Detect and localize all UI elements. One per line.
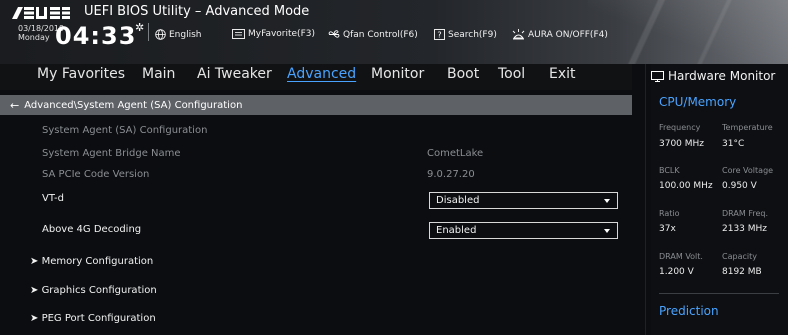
dram-volt-value: 1.200 V [659, 267, 694, 277]
above4g-dropdown[interactable]: Enabled [429, 222, 618, 239]
bclk-value: 100.00 MHz [659, 181, 713, 191]
tab-my-favorites[interactable]: My Favorites [37, 66, 125, 82]
bclk-label: BCLK [659, 166, 680, 175]
submenu-label: ➤ PEG Port Configuration [30, 313, 156, 324]
temperature-value: 31°C [722, 139, 745, 149]
submenu-arrow-icon: ➤ [30, 313, 42, 324]
header-decoration [588, 0, 788, 64]
search-help-icon: ? [434, 29, 445, 40]
core-voltage-value: 0.950 V [722, 181, 757, 191]
ratio-value: 37x [659, 224, 676, 234]
dropdown-value: Disabled [436, 195, 480, 206]
myfavorite-label: MyFavorite(F3) [248, 29, 315, 39]
temperature-label: Temperature [722, 123, 773, 132]
main-nav: My Favorites Main Ai Tweaker Advanced Mo… [0, 64, 632, 90]
tab-main[interactable]: Main [142, 66, 175, 82]
submenu-label: ➤ Graphics Configuration [30, 285, 157, 296]
aura-light-icon [512, 29, 525, 40]
dropdown-value: Enabled [436, 225, 477, 236]
header-bar: UEFI BIOS Utility – Advanced Mode 03/18/… [0, 0, 788, 64]
tab-advanced[interactable]: Advanced [287, 66, 356, 82]
vtd-dropdown[interactable]: Disabled [429, 192, 618, 209]
setting-label: SA PCIe Code Version [42, 169, 150, 180]
cpu-memory-heading: CPU/Memory [659, 95, 737, 109]
back-arrow-icon[interactable]: ← [10, 99, 19, 112]
section-divider [659, 293, 779, 294]
setting-label: Above 4G Decoding [42, 224, 142, 235]
window-title: UEFI BIOS Utility – Advanced Mode [84, 4, 310, 19]
aura-toggle-button[interactable]: AURA ON/OFF(F4) [512, 29, 608, 40]
submenu-arrow-icon: ➤ [30, 285, 42, 296]
ratio-label: Ratio [659, 209, 680, 218]
header-divider [148, 23, 149, 41]
search-label: Search(F9) [448, 29, 497, 40]
time-display: 04:33 [55, 22, 137, 50]
frequency-label: Frequency [659, 123, 701, 132]
prediction-heading: Prediction [659, 304, 719, 318]
frequency-value: 3700 MHz [659, 139, 705, 149]
language-button[interactable]: English [155, 29, 202, 40]
tab-tool[interactable]: Tool [498, 66, 525, 82]
hardware-monitor-label: Hardware Monitor [668, 69, 776, 83]
gear-icon[interactable]: ✲ [135, 21, 144, 34]
chevron-down-icon [604, 229, 610, 233]
tab-ai-tweaker[interactable]: Ai Tweaker [197, 66, 272, 82]
qfan-control-button[interactable]: Qfan Control(F6) [328, 29, 418, 40]
dram-freq-label: DRAM Freq. [722, 209, 768, 218]
fan-icon [328, 30, 340, 38]
globe-icon [155, 29, 166, 40]
setting-label: System Agent (SA) Configuration [42, 125, 208, 136]
breadcrumb-path: Advanced\System Agent (SA) Configuration [24, 99, 243, 111]
hw-divider [645, 64, 646, 335]
qfan-label: Qfan Control(F6) [343, 29, 418, 40]
breadcrumb[interactable]: ← Advanced\System Agent (SA) Configurati… [0, 95, 632, 115]
submenu-text: Memory Configuration [41, 256, 154, 267]
capacity-value: 8192 MB [722, 267, 762, 277]
aura-label: AURA ON/OFF(F4) [528, 29, 608, 40]
submenu-text: Graphics Configuration [41, 285, 157, 296]
chevron-down-icon [604, 199, 610, 203]
tab-boot[interactable]: Boot [447, 66, 479, 82]
settings-panel: System Agent (SA) Configuration System A… [0, 115, 632, 335]
myfavorite-button[interactable]: MyFavorite(F3) [232, 29, 315, 39]
dram-freq-value: 2133 MHz [722, 224, 768, 234]
setting-label: System Agent Bridge Name [42, 148, 181, 159]
dram-volt-label: DRAM Volt. [659, 252, 703, 261]
svg-text:?: ? [437, 31, 441, 40]
submenu-label: ➤ Memory Configuration [30, 256, 153, 267]
capacity-label: Capacity [722, 252, 757, 261]
search-button[interactable]: ? Search(F9) [434, 29, 497, 40]
tab-exit[interactable]: Exit [549, 66, 576, 82]
submenu-arrow-icon: ➤ [30, 256, 42, 267]
asus-logo [12, 7, 70, 19]
tab-monitor[interactable]: Monitor [371, 66, 424, 82]
hardware-monitor-panel: Hardware Monitor CPU/Memory Frequency Te… [651, 64, 788, 335]
core-voltage-label: Core Voltage [722, 166, 774, 175]
language-label: English [169, 29, 202, 40]
hardware-monitor-title: Hardware Monitor [651, 69, 775, 83]
favorite-list-icon [232, 29, 245, 39]
setting-label: VT-d [42, 193, 64, 204]
submenu-text: PEG Port Configuration [41, 313, 156, 324]
setting-value: 9.0.27.20 [427, 169, 475, 180]
monitor-icon [651, 70, 664, 82]
setting-value: CometLake [427, 148, 484, 159]
